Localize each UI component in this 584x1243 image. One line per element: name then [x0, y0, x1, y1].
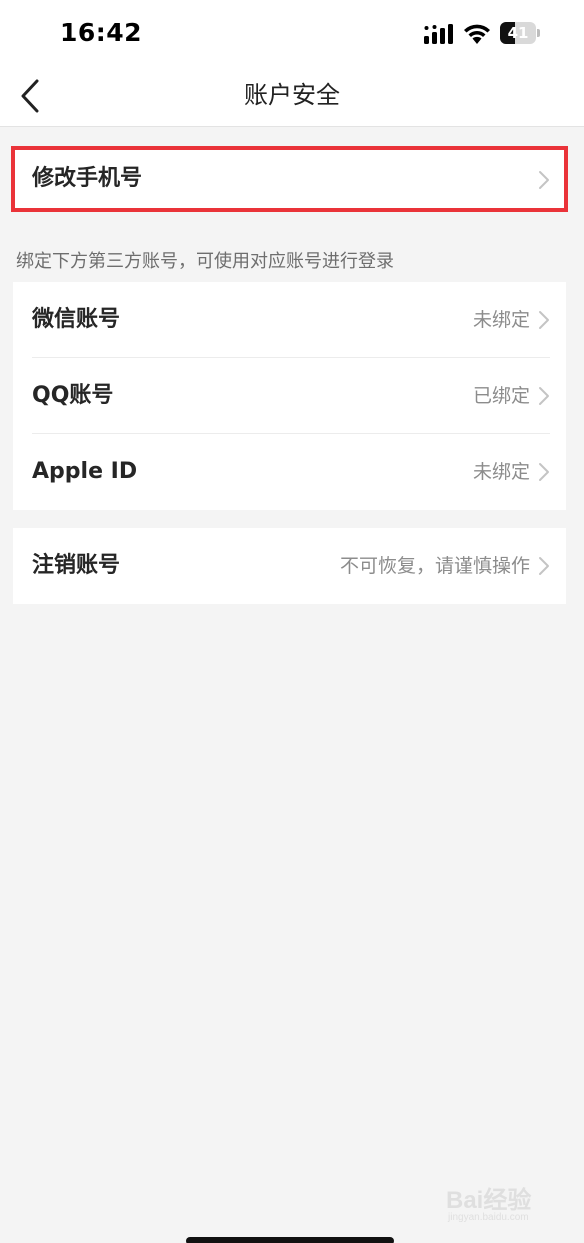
back-button[interactable] [10, 74, 50, 118]
chevron-right-icon [539, 463, 549, 481]
wechat-account-row[interactable]: 微信账号 未绑定 [13, 282, 566, 358]
apple-id-row[interactable]: Apple ID 未绑定 [13, 434, 566, 510]
deactivate-account-label: 注销账号 [32, 553, 121, 578]
phone-card: 修改手机号 [13, 148, 566, 210]
nav-bar: 账户安全 [0, 64, 584, 127]
wechat-account-label: 微信账号 [32, 307, 121, 332]
chevron-left-icon [21, 79, 39, 113]
watermark-url: jingyan.baidu.com [448, 1212, 529, 1223]
status-bar: 16:42 41 [0, 0, 584, 64]
third-party-caption: 绑定下方第三方账号，可使用对应账号进行登录 [16, 251, 394, 272]
deactivate-card: 注销账号 不可恢复，请谨慎操作 [13, 528, 566, 604]
deactivate-account-warning: 不可恢复，请谨慎操作 [339, 555, 530, 577]
signal-icon [424, 24, 453, 44]
apple-id-status: 未绑定 [472, 461, 530, 483]
status-time: 16:42 [60, 18, 143, 47]
battery-level: 41 [507, 24, 529, 42]
home-indicator[interactable] [186, 1237, 394, 1243]
deactivate-account-row[interactable]: 注销账号 不可恢复，请谨慎操作 [13, 528, 566, 604]
change-phone-row[interactable]: 修改手机号 [13, 148, 566, 210]
apple-id-label: Apple ID [32, 459, 138, 484]
chevron-right-icon [539, 311, 549, 329]
qq-account-row[interactable]: QQ账号 已绑定 [13, 358, 566, 434]
chevron-right-icon [539, 387, 549, 405]
page-title: 账户安全 [244, 81, 340, 109]
third-party-card: 微信账号 未绑定 QQ账号 已绑定 Apple ID 未绑定 [13, 282, 566, 510]
watermark-brand: Bai经验 [446, 1187, 532, 1214]
chevron-right-icon [539, 557, 549, 575]
change-phone-label: 修改手机号 [32, 166, 143, 191]
wechat-account-status: 未绑定 [472, 309, 530, 331]
wifi-icon [464, 24, 490, 44]
qq-account-status: 已绑定 [472, 385, 530, 407]
chevron-right-icon [539, 171, 549, 189]
battery-icon: 41 [500, 22, 540, 44]
watermark-logo: Bai经验 jingyan.baidu.com [446, 1180, 556, 1230]
qq-account-label: QQ账号 [32, 383, 114, 408]
